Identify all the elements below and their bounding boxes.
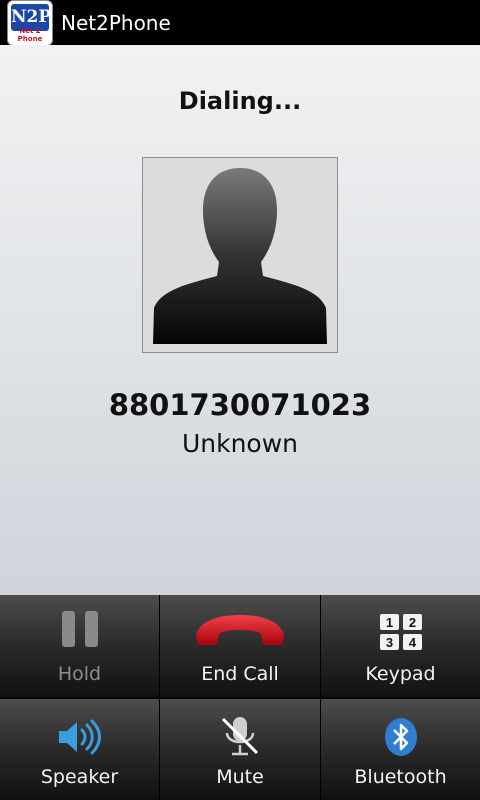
default-silhouette-icon (143, 158, 337, 352)
caller-name: Unknown (181, 429, 299, 458)
keypad-label: Keypad (365, 663, 436, 685)
keypad-key-3: 3 (385, 635, 392, 650)
speaker-icon (58, 719, 101, 755)
app-logo-icon: N2P Net 2 Phone (8, 0, 52, 45)
call-status: Dialing... (178, 87, 302, 115)
call-info-panel: Dialing... 8801730071023 Unknown (0, 45, 480, 595)
call-controls: Hold End Call 1 2 3 4 Keypad Speaker Mut… (0, 595, 480, 800)
keypad-icon: 1 2 3 4 (379, 614, 422, 650)
app-title: Net2Phone (61, 10, 171, 35)
logo-caption: Net 2 Phone (17, 26, 43, 43)
pause-icon (61, 611, 98, 647)
keypad-button[interactable]: 1 2 3 4 Keypad (321, 595, 480, 697)
speaker-button[interactable]: Speaker (0, 699, 159, 800)
keypad-key-1: 1 (385, 615, 392, 630)
hold-button[interactable]: Hold (0, 595, 159, 697)
hold-label: Hold (57, 663, 102, 685)
end-call-button[interactable]: End Call (160, 595, 320, 697)
end-call-label: End Call (201, 663, 279, 685)
mute-button[interactable]: Mute (160, 699, 320, 800)
phone-hangup-icon (196, 615, 284, 645)
bluetooth-label: Bluetooth (354, 766, 447, 788)
keypad-key-4: 4 (408, 635, 416, 650)
bluetooth-icon (384, 718, 417, 756)
title-bar: N2P Net 2 Phone Net2Phone (0, 0, 480, 45)
keypad-key-2: 2 (408, 615, 415, 630)
mic-muted-icon (221, 717, 259, 756)
bluetooth-button[interactable]: Bluetooth (321, 699, 480, 800)
contact-photo (142, 157, 338, 353)
caller-number: 8801730071023 (108, 388, 372, 422)
speaker-label: Speaker (40, 766, 119, 788)
mute-label: Mute (216, 766, 264, 788)
